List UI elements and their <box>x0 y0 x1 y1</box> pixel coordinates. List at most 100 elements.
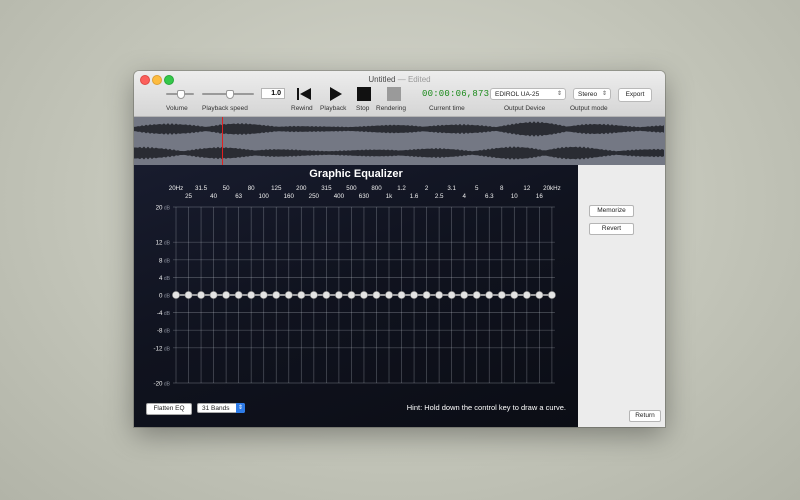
output-device-value: EDIROL UA-25 <box>495 91 540 98</box>
app-window: Untitled — Edited Volume Playback speed … <box>134 71 665 427</box>
band-handle[interactable] <box>184 291 193 299</box>
hint-text: Hint: Hold down the control key to draw … <box>406 403 566 412</box>
band-handle[interactable] <box>372 291 381 299</box>
band-handle[interactable] <box>172 291 180 299</box>
volume-slider-knob[interactable] <box>177 90 185 99</box>
frequency-label: 80 <box>248 185 255 192</box>
frequency-label: 31.5 <box>195 185 208 192</box>
rewind-label: Rewind <box>291 105 313 112</box>
band-handle[interactable] <box>284 291 293 299</box>
band-handle[interactable] <box>222 291 231 299</box>
output-mode-select[interactable]: Stereo ⇕ <box>573 88 611 100</box>
frequency-label: 63 <box>235 193 242 200</box>
export-button[interactable]: Export <box>618 88 652 102</box>
playback-speed-field[interactable]: 1.0 <box>261 88 285 99</box>
frequency-label: 12 <box>523 185 530 192</box>
band-handle[interactable] <box>360 291 368 299</box>
band-handle[interactable] <box>309 291 318 299</box>
return-button[interactable]: Return <box>629 410 661 422</box>
frequency-label: 2.5 <box>435 193 444 200</box>
band-handle[interactable] <box>397 291 406 299</box>
band-handle[interactable] <box>472 291 481 299</box>
frequency-label: 40 <box>210 193 217 200</box>
play-icon[interactable] <box>327 87 343 101</box>
band-handle[interactable] <box>209 291 218 299</box>
band-handle[interactable] <box>272 291 281 299</box>
band-handle[interactable] <box>447 291 456 299</box>
flatten-eq-button[interactable]: Flatten EQ <box>146 403 192 415</box>
current-time-label: Current time <box>429 105 465 112</box>
band-handle[interactable] <box>422 291 431 299</box>
band-handle[interactable] <box>485 291 494 299</box>
revert-button[interactable]: Revert <box>589 223 634 235</box>
output-device-select[interactable]: EDIROL UA-25 ⇕ <box>490 88 566 100</box>
frequency-label: 400 <box>334 193 345 200</box>
band-handle[interactable] <box>247 291 256 299</box>
stop-icon[interactable] <box>357 87 371 101</box>
band-handle[interactable] <box>510 291 519 299</box>
output-mode-value: Stereo <box>578 91 598 98</box>
frequency-label: 5 <box>475 185 479 192</box>
side-panel: Memorize Revert Return <box>578 165 665 427</box>
frequency-label: 1k <box>386 193 393 200</box>
band-handle[interactable] <box>535 291 544 299</box>
band-handle[interactable] <box>460 291 469 299</box>
playback-label: Playback <box>320 105 347 112</box>
band-handle[interactable] <box>234 291 243 299</box>
window-title-text: Untitled <box>368 75 396 84</box>
output-mode-label: Output mode <box>570 105 608 112</box>
frequency-label: 630 <box>359 193 370 200</box>
db-axis-label: -4 dB <box>157 310 171 317</box>
frequency-label: 3.1 <box>447 185 456 192</box>
band-handle[interactable] <box>259 291 268 299</box>
band-handle[interactable] <box>522 291 531 299</box>
stop-label: Stop <box>356 105 370 112</box>
frequency-label: 250 <box>309 193 320 200</box>
output-device-label: Output Device <box>504 105 546 112</box>
frequency-label: 125 <box>271 185 282 192</box>
playback-speed-slider-knob[interactable] <box>226 90 234 99</box>
frequency-label: 10 <box>511 193 518 200</box>
frequency-label: 20Hz <box>169 185 183 192</box>
band-handle[interactable] <box>322 291 331 299</box>
db-axis-label: 0 dB <box>159 293 171 300</box>
playhead-marker[interactable] <box>222 117 223 165</box>
band-handle[interactable] <box>297 291 306 299</box>
frequency-label: 500 <box>346 185 357 192</box>
frequency-label: 50 <box>223 185 230 192</box>
band-handle[interactable] <box>410 291 418 299</box>
band-handle[interactable] <box>347 291 356 299</box>
db-axis-label: -8 dB <box>157 328 171 335</box>
band-handle[interactable] <box>547 291 556 299</box>
rendering-icon[interactable] <box>387 87 401 101</box>
frequency-label: 6.3 <box>485 193 494 200</box>
frequency-label: 1.6 <box>410 193 419 200</box>
memorize-button[interactable]: Memorize <box>589 205 634 217</box>
band-handle[interactable] <box>334 291 343 299</box>
db-axis-label: 4 dB <box>159 275 171 282</box>
toolbar: Untitled — Edited Volume Playback speed … <box>134 71 665 117</box>
waveform-channel <box>134 121 664 137</box>
frequency-label: 315 <box>321 185 332 192</box>
band-handle[interactable] <box>497 291 506 299</box>
select-chevron-icon: ⇕ <box>601 91 607 97</box>
frequency-label: 1.2 <box>397 185 406 192</box>
frequency-label: 100 <box>259 193 270 200</box>
window-title: Untitled — Edited <box>134 75 665 84</box>
playback-speed-label: Playback speed <box>202 105 248 112</box>
band-handle[interactable] <box>385 291 393 299</box>
rewind-icon[interactable] <box>296 87 312 101</box>
band-handle[interactable] <box>197 291 205 299</box>
graphic-equalizer-panel: Graphic Equalizer 20 dB 12 dB 8 dB 4 dB 0 dB… <box>134 165 578 427</box>
band-handle[interactable] <box>435 291 444 299</box>
current-time-display: 00:00:06,873 <box>422 89 490 99</box>
bands-select-value: 31 Bands <box>202 405 230 412</box>
frequency-label: 8 <box>500 185 504 192</box>
equalizer-graph[interactable]: 20 dB 12 dB 8 dB 4 dB 0 dB -4 dB -8 dB -12 dB -2… <box>134 165 578 427</box>
frequency-label: 16 <box>536 193 543 200</box>
frequency-label: 800 <box>371 185 382 192</box>
bands-select[interactable]: 31 Bands ⇕ <box>197 403 245 413</box>
frequency-label: 4 <box>462 193 466 200</box>
db-axis-label: -20 dB <box>154 381 171 388</box>
waveform-view[interactable] <box>134 117 665 165</box>
